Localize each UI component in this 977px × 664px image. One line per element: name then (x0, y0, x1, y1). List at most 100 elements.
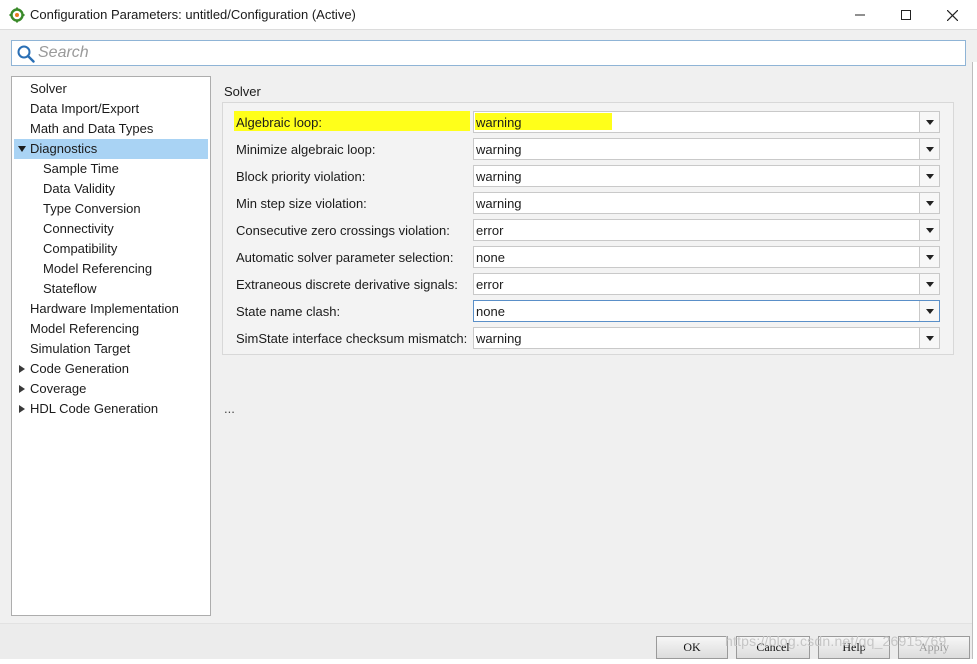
parameter-row: Min step size violation: warning (223, 190, 953, 217)
search-icon (17, 45, 35, 66)
parameter-label: Extraneous discrete derivative signals: (236, 277, 458, 292)
tree-item-solver[interactable]: Solver (12, 79, 210, 99)
parameter-label: Min step size violation: (236, 196, 367, 211)
window-edge (972, 62, 977, 664)
tree-item-label: Connectivity (43, 221, 114, 236)
parameter-dropdown[interactable]: error (473, 219, 940, 241)
dropdown-value: error (476, 223, 504, 238)
settings-panel: Solver Algebraic loop: warning Minimize al… (222, 76, 967, 621)
window-title: Configuration Parameters: untitled/Confi… (30, 7, 356, 22)
chevron-down-icon[interactable] (919, 301, 939, 321)
tree-item-hardware-implementation[interactable]: Hardware Implementation (12, 299, 210, 319)
parameter-dropdown[interactable]: error (473, 273, 940, 295)
tree-item-diagnostics[interactable]: Diagnostics (14, 139, 208, 159)
search-box[interactable] (11, 40, 966, 66)
tree-item-hdl-code-generation[interactable]: HDL Code Generation (12, 399, 210, 419)
dropdown-value: warning (476, 331, 522, 346)
chevron-down-icon[interactable] (919, 247, 939, 267)
maximize-icon (901, 10, 911, 20)
parameter-dropdown[interactable]: warning (473, 192, 940, 214)
background-document-strip (0, 659, 977, 664)
solver-diagnostics-group: Algebraic loop: warning Minimize algebraic… (222, 102, 954, 355)
parameter-dropdown[interactable]: warning (473, 165, 940, 187)
collapsed-arrow-icon[interactable] (17, 399, 27, 419)
search-input[interactable] (38, 42, 958, 64)
dropdown-value: warning (476, 196, 522, 211)
tree-item-label: Data Validity (43, 181, 116, 196)
parameter-row: State name clash: none (223, 298, 953, 325)
tree-item-stateflow-sub[interactable]: Stateflow (12, 279, 210, 299)
dropdown-value: error (476, 277, 504, 292)
title-bar: Configuration Parameters: untitled/Confi… (0, 0, 977, 30)
tree-item-label: Sample Time (43, 161, 119, 176)
parameter-label: State name clash: (236, 304, 341, 319)
parameter-dropdown[interactable]: warning (473, 327, 940, 349)
chevron-down-icon[interactable] (919, 112, 939, 132)
parameter-dropdown[interactable]: none (473, 246, 940, 268)
tree-item-code-generation[interactable]: Code Generation (12, 359, 210, 379)
parameter-row: Extraneous discrete derivative signals: e… (223, 271, 953, 298)
tree-item-label: HDL Code Generation (30, 401, 159, 416)
chevron-down-icon[interactable] (919, 274, 939, 294)
parameter-row: Algebraic loop: warning (223, 109, 953, 136)
parameter-label: Minimize algebraic loop: (236, 142, 376, 157)
dropdown-value: none (476, 250, 505, 265)
close-button[interactable] (929, 0, 975, 30)
tree-item-simulation-target[interactable]: Simulation Target (12, 339, 210, 359)
parameter-label: Block priority violation: (236, 169, 366, 184)
tree-item-label: Coverage (30, 381, 87, 396)
parameter-label: Algebraic loop: (236, 115, 322, 130)
chevron-down-icon[interactable] (919, 193, 939, 213)
tree-item-coverage[interactable]: Coverage (12, 379, 210, 399)
tree-item-label: Model Referencing (43, 261, 153, 276)
tree-item-sample-time-sub[interactable]: Sample Time (12, 159, 210, 179)
dropdown-value: warning (476, 142, 522, 157)
parameter-label: Consecutive zero crossings violation: (236, 223, 450, 238)
collapsed-arrow-icon[interactable] (17, 379, 27, 399)
chevron-down-icon[interactable] (919, 220, 939, 240)
expanded-arrow-icon[interactable] (17, 139, 27, 159)
chevron-down-icon[interactable] (919, 166, 939, 186)
tree-item-data-validity-sub[interactable]: Data Validity (12, 179, 210, 199)
tree-item-model-referencing[interactable]: Model Referencing (12, 319, 210, 339)
tree-item-label: Math and Data Types (30, 121, 154, 136)
ok-button[interactable]: OK (656, 636, 728, 659)
dialog-client-area: Solver Data Import/Export Math and Data Ty… (0, 31, 977, 664)
maximize-button[interactable] (883, 0, 929, 30)
tree-item-math-and-data-types[interactable]: Math and Data Types (12, 119, 210, 139)
parameter-dropdown[interactable]: warning (473, 138, 940, 160)
parameter-row: SimState interface checksum mismatch: war… (223, 325, 953, 352)
tree-item-label: Diagnostics (30, 141, 98, 156)
matlab-gear-icon (9, 7, 25, 23)
dropdown-value: none (476, 304, 505, 319)
tree-item-model-referencing-sub[interactable]: Model Referencing (12, 259, 210, 279)
tree-item-compatibility-sub[interactable]: Compatibility (12, 239, 210, 259)
tree-item-data-import-export[interactable]: Data Import/Export (12, 99, 210, 119)
tree-item-label: Stateflow (43, 281, 97, 296)
tree-item-label: Compatibility (43, 241, 118, 256)
parameter-label: Automatic solver parameter selection: (236, 250, 454, 265)
chevron-down-icon[interactable] (919, 139, 939, 159)
tree-item-label: Hardware Implementation (30, 301, 179, 316)
parameter-row: Block priority violation: warning (223, 163, 953, 190)
tree-item-label: Code Generation (30, 361, 130, 376)
close-icon (946, 9, 958, 21)
collapsed-arrow-icon[interactable] (17, 359, 27, 379)
tree-item-label: Type Conversion (43, 201, 141, 216)
more-ellipsis: ... (224, 401, 235, 416)
category-tree[interactable]: Solver Data Import/Export Math and Data Ty… (11, 76, 211, 616)
minimize-icon (855, 14, 865, 16)
chevron-down-icon[interactable] (919, 328, 939, 348)
section-title: Solver (224, 84, 261, 99)
dropdown-value: warning (476, 169, 522, 184)
tree-item-label: Model Referencing (30, 321, 140, 336)
parameter-row: Consecutive zero crossings violation: err… (223, 217, 953, 244)
tree-item-connectivity-sub[interactable]: Connectivity (12, 219, 210, 239)
parameter-dropdown[interactable]: none (473, 300, 940, 322)
tree-item-label: Solver (30, 81, 67, 96)
tree-item-label: Simulation Target (30, 341, 131, 356)
tree-item-type-conversion-sub[interactable]: Type Conversion (12, 199, 210, 219)
minimize-button[interactable] (837, 0, 883, 30)
watermark: https://blog.csdn.net/qq_26915769 (725, 633, 947, 649)
parameter-dropdown[interactable]: warning (473, 111, 940, 133)
